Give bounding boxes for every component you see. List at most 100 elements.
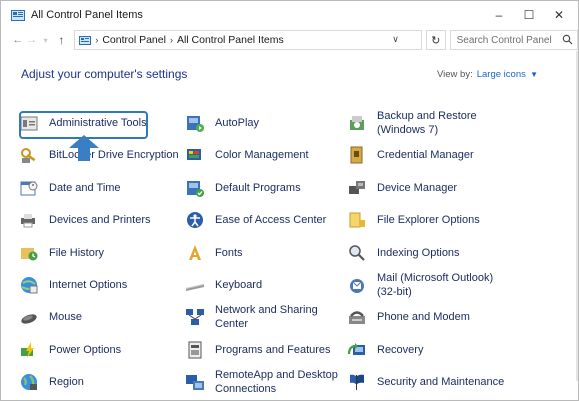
file-history-icon <box>19 243 39 263</box>
search-input[interactable] <box>456 34 557 46</box>
control-panel-item[interactable]: File Explorer Options <box>347 206 480 234</box>
recent-locations-chevron-icon[interactable]: ▾ <box>39 36 53 45</box>
control-panel-item[interactable]: Internet Options <box>19 271 127 299</box>
search-icon <box>562 34 573 45</box>
control-panel-item[interactable]: Phone and Modem <box>347 303 470 331</box>
address-dropdown-chevron-icon[interactable]: ∨ <box>392 34 399 45</box>
autoplay-icon <box>185 113 205 133</box>
devices-printers-icon <box>19 210 39 230</box>
control-panel-item-label: Keyboard <box>215 279 263 291</box>
control-panel-window: All Control Panel Items – ☐ ✕ ← → ▾ ↑ › … <box>0 0 579 401</box>
view-by-label: View by: <box>437 69 473 80</box>
view-by-chevron-icon[interactable]: ▼ <box>528 70 538 79</box>
control-panel-item-label: Network and Sharing Center <box>215 304 318 331</box>
control-panel-item-label: Internet Options <box>49 279 128 291</box>
admin-tools-icon <box>19 113 39 133</box>
recovery-icon <box>347 340 367 360</box>
window-controls: – ☐ ✕ <box>484 1 574 29</box>
address-field[interactable]: › Control Panel › All Control Panel Item… <box>74 30 422 50</box>
forward-arrow-icon[interactable]: → <box>25 34 39 46</box>
internet-options-icon <box>19 275 39 295</box>
control-panel-item-label: Security and Maintenance <box>377 376 505 389</box>
control-panel-icon <box>11 9 25 21</box>
control-panel-item-label: Administrative Tools <box>49 117 147 129</box>
control-panel-item[interactable]: RemoteApp and Desktop Connections <box>185 368 338 396</box>
control-panel-item[interactable]: Keyboard <box>185 271 262 299</box>
breadcrumb-control-panel[interactable]: Control Panel <box>102 34 166 46</box>
scrollbar[interactable] <box>576 51 578 381</box>
control-panel-item-label: Device Manager <box>377 181 458 194</box>
programs-features-icon <box>185 340 205 360</box>
control-panel-item-label: Fonts <box>215 246 243 259</box>
refresh-button[interactable]: ↻ <box>425 30 446 50</box>
view-by-control: View by: Large icons ▼ <box>437 69 538 80</box>
indexing-options-icon <box>347 243 367 263</box>
backup-icon <box>347 113 367 133</box>
mouse-icon <box>19 307 39 327</box>
control-panel-item[interactable]: Backup and Restore (Windows 7) <box>347 109 477 137</box>
control-panel-item[interactable]: Ease of Access Center <box>185 206 326 234</box>
control-panel-item-label: Devices and Printers <box>49 214 151 227</box>
bitlocker-icon <box>19 145 39 165</box>
control-panel-item[interactable]: Color Management <box>185 141 309 169</box>
date-time-icon <box>19 178 39 198</box>
fonts-icon <box>185 243 205 263</box>
control-panel-item-label: RemoteApp and Desktop Connections <box>215 369 338 396</box>
region-icon <box>19 372 39 392</box>
phone-modem-icon <box>347 307 367 327</box>
control-panel-item-label: Mouse <box>49 311 83 324</box>
control-panel-item[interactable]: Network and Sharing Center <box>185 303 318 331</box>
breadcrumb-separator-icon: › <box>169 35 173 45</box>
back-arrow-icon[interactable]: ← <box>11 34 25 46</box>
control-panel-crumb-icon <box>79 35 92 45</box>
control-panel-item-label: Date and Time <box>49 181 121 194</box>
control-panel-item-label: Recovery <box>377 343 424 356</box>
close-button[interactable]: ✕ <box>544 8 574 22</box>
control-panel-item[interactable]: Mail (Microsoft Outlook) (32-bit) <box>347 271 493 299</box>
mail-icon <box>347 275 367 295</box>
page-heading: Adjust your computer's settings <box>21 67 188 81</box>
control-panel-item-label: Default Programs <box>215 181 301 194</box>
control-panel-item[interactable]: Recovery <box>347 336 423 364</box>
window-title: All Control Panel Items <box>31 9 143 21</box>
breadcrumb-separator-icon: › <box>95 35 99 45</box>
control-panel-item[interactable]: Default Programs <box>185 174 301 202</box>
up-arrow-icon[interactable]: ↑ <box>54 33 68 47</box>
control-panel-item[interactable]: Administrative Tools <box>19 109 147 137</box>
control-panel-item[interactable]: Devices and Printers <box>19 206 151 234</box>
control-panel-item[interactable]: Device Manager <box>347 174 457 202</box>
control-panel-item[interactable]: Region <box>19 368 84 396</box>
maximize-button[interactable]: ☐ <box>514 8 544 22</box>
control-panel-item[interactable]: Mouse <box>19 303 82 331</box>
pointer-arrow-icon <box>69 135 99 161</box>
control-panel-item[interactable]: Power Options <box>19 336 121 364</box>
control-panel-item-label: Color Management <box>215 149 309 162</box>
control-panel-item[interactable]: Date and Time <box>19 174 121 202</box>
breadcrumb-all-items[interactable]: All Control Panel Items <box>177 34 284 46</box>
default-programs-icon <box>185 178 205 198</box>
control-panel-item-label: Phone and Modem <box>377 311 470 324</box>
control-panel-item[interactable]: Credential Manager <box>347 141 474 169</box>
view-by-dropdown[interactable]: Large icons <box>477 69 526 80</box>
control-panel-item-label: Credential Manager <box>377 149 474 162</box>
remoteapp-icon <box>185 372 205 392</box>
control-panel-item[interactable]: Security and Maintenance <box>347 368 504 396</box>
control-panel-item-label: Mail (Microsoft Outlook) (32-bit) <box>377 272 494 298</box>
control-panel-item-label: File Explorer Options <box>377 214 480 227</box>
control-panel-item-label: File History <box>49 246 105 259</box>
control-panel-item[interactable]: Programs and Features <box>185 336 331 364</box>
device-manager-icon <box>347 178 367 198</box>
control-panel-item-label: AutoPlay <box>215 117 260 129</box>
search-box[interactable] <box>449 30 579 50</box>
minimize-button[interactable]: – <box>484 8 514 22</box>
control-panel-item[interactable]: Fonts <box>185 239 243 267</box>
control-panel-item[interactable]: AutoPlay <box>185 109 259 137</box>
control-panel-item-label: Region <box>49 376 84 389</box>
control-panel-item[interactable]: Indexing Options <box>347 239 460 267</box>
power-options-icon <box>19 340 39 360</box>
control-panel-item-label: Programs and Features <box>215 343 331 356</box>
control-panel-item-label: Indexing Options <box>377 246 460 259</box>
color-management-icon <box>185 145 205 165</box>
control-panel-item[interactable]: File History <box>19 239 104 267</box>
address-bar-row: ← → ▾ ↑ › Control Panel › All Control Pa… <box>1 29 579 51</box>
